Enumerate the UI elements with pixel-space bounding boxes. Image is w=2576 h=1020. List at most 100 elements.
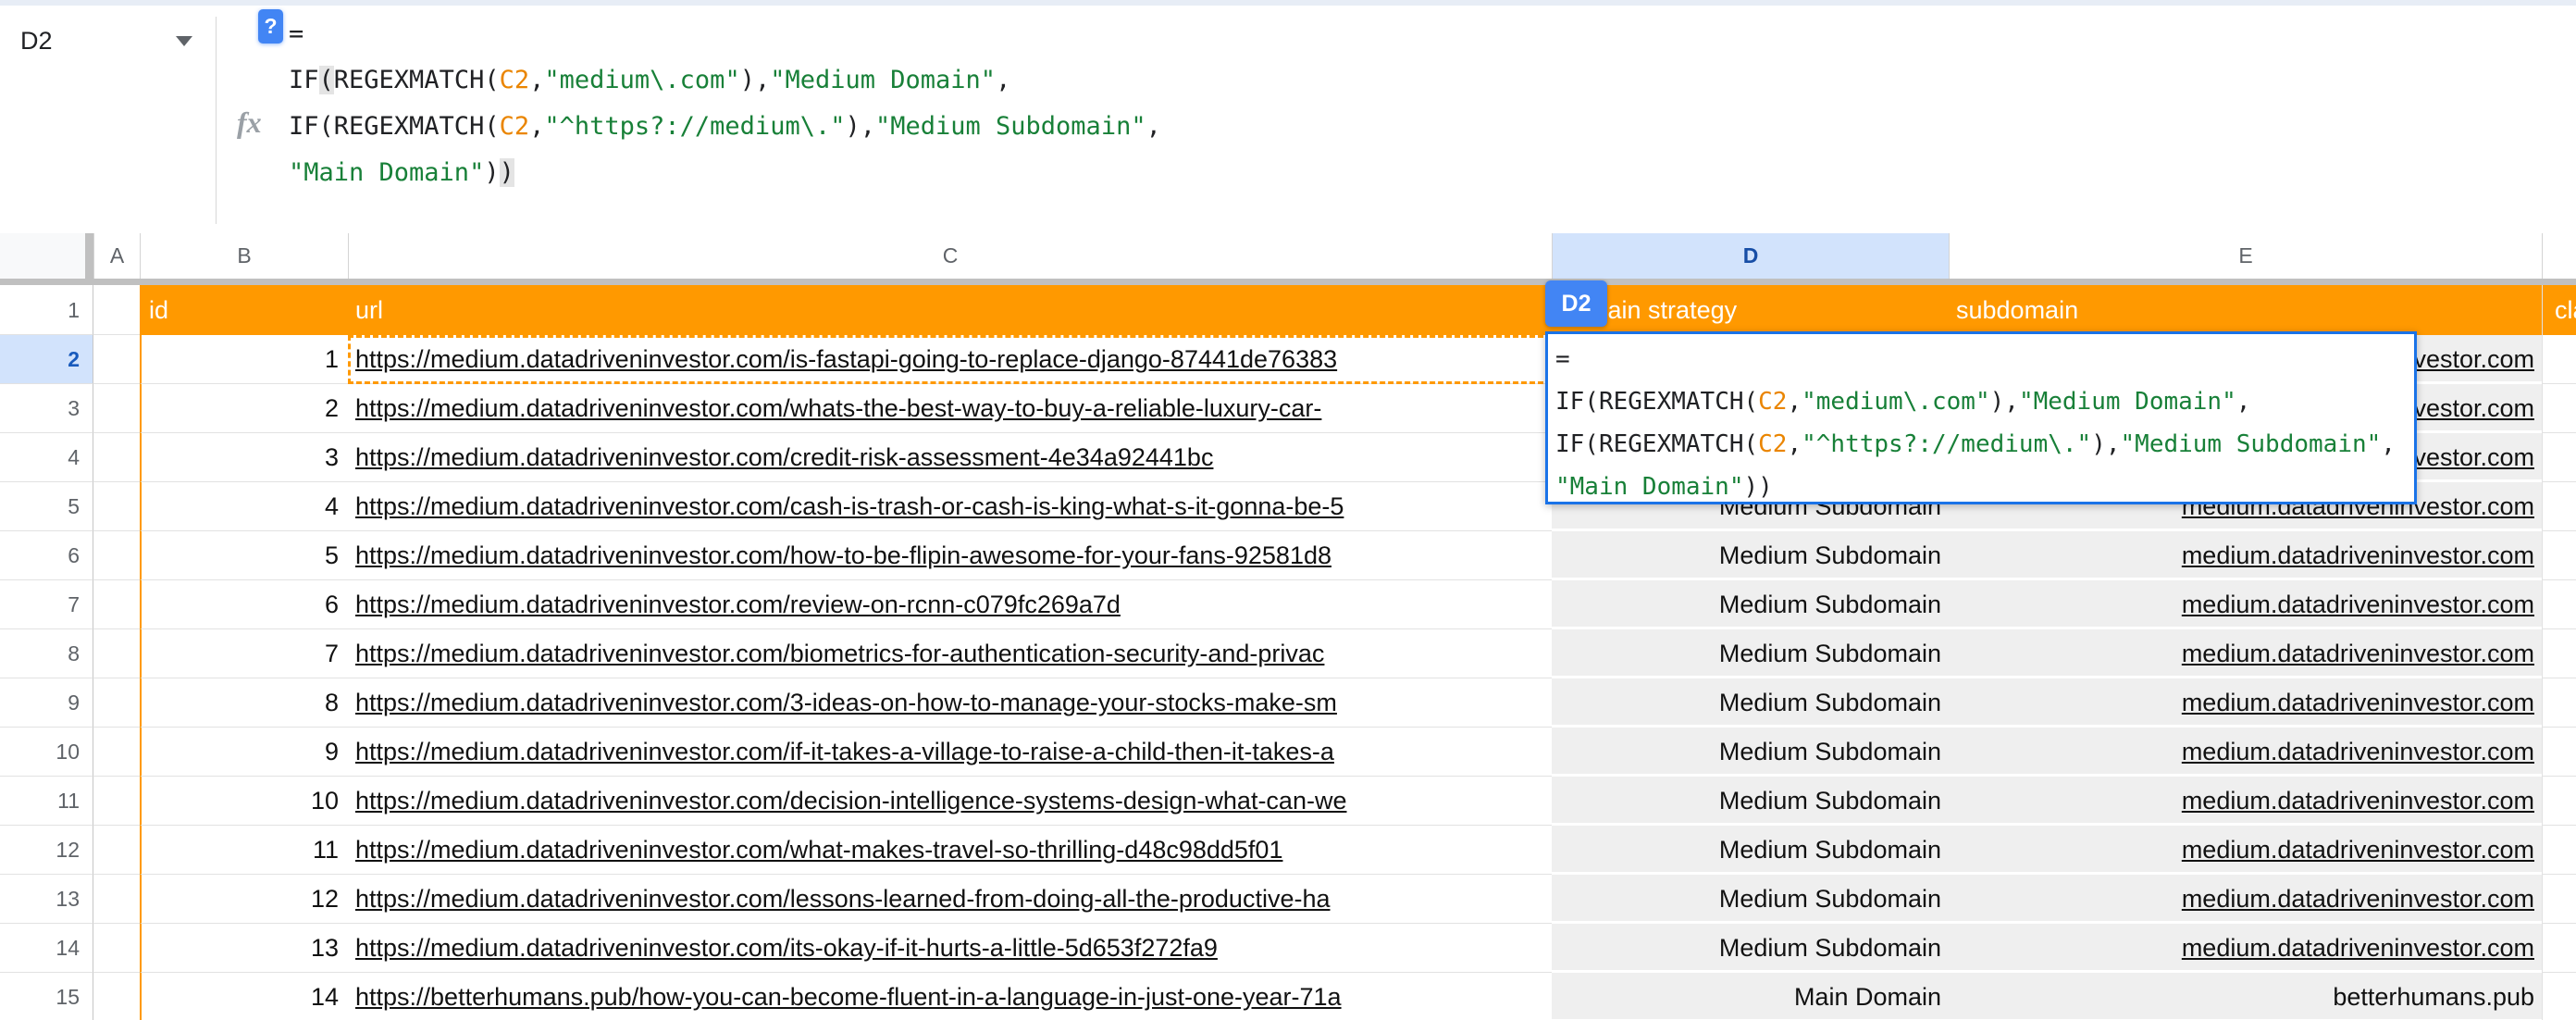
- subdomain-link[interactable]: medium.datadriveninvestor.com: [2182, 885, 2534, 913]
- cell-id-4[interactable]: 3: [140, 433, 348, 482]
- cell-a12[interactable]: [93, 826, 140, 875]
- cell-id-8[interactable]: 7: [140, 629, 348, 678]
- cell-id-7[interactable]: 6: [140, 580, 348, 629]
- cell-id-11[interactable]: 10: [140, 777, 348, 826]
- row-header-1[interactable]: 1: [0, 285, 93, 335]
- select-all-corner[interactable]: [0, 233, 85, 279]
- subdomain-link[interactable]: medium.datadriveninvestor.com: [2182, 934, 2534, 962]
- cell-id-9[interactable]: 8: [140, 678, 348, 728]
- cell-f-4[interactable]: [2542, 433, 2576, 482]
- cell-url-14[interactable]: https://medium.datadriveninvestor.com/it…: [348, 924, 1552, 973]
- subdomain-link[interactable]: medium.datadriveninvestor.com: [2182, 738, 2534, 765]
- cell-url-13[interactable]: https://medium.datadriveninvestor.com/le…: [348, 875, 1552, 924]
- row-header-11[interactable]: 11: [0, 777, 93, 826]
- cell-editor-popup[interactable]: =IF(REGEXMATCH(C2,"medium\.com"),"Medium…: [1545, 331, 2417, 504]
- column-header-A[interactable]: A: [93, 233, 140, 279]
- row-header-13[interactable]: 13: [0, 875, 93, 924]
- url-link[interactable]: https://medium.datadriveninvestor.com/wh…: [355, 836, 1282, 864]
- cell-url-7[interactable]: https://medium.datadriveninvestor.com/re…: [348, 580, 1552, 629]
- table-header-id[interactable]: id: [140, 285, 348, 335]
- cell-strategy-9[interactable]: Medium Subdomain: [1552, 678, 1949, 728]
- cell-id-15[interactable]: 14: [140, 973, 348, 1020]
- cell-url-3[interactable]: https://medium.datadriveninvestor.com/wh…: [348, 384, 1552, 433]
- cell-url-5[interactable]: https://medium.datadriveninvestor.com/ca…: [348, 482, 1552, 531]
- cell-f-11[interactable]: [2542, 777, 2576, 826]
- column-header-C[interactable]: C: [348, 233, 1552, 279]
- row-header-5[interactable]: 5: [0, 482, 93, 531]
- subdomain-link[interactable]: medium.datadriveninvestor.com: [2182, 591, 2534, 618]
- cell-url-10[interactable]: https://medium.datadriveninvestor.com/if…: [348, 728, 1552, 777]
- cell-url-11[interactable]: https://medium.datadriveninvestor.com/de…: [348, 777, 1552, 826]
- cell-subdomain-15[interactable]: betterhumans.pub: [1949, 973, 2542, 1020]
- cell-subdomain-12[interactable]: medium.datadriveninvestor.com: [1949, 826, 2542, 875]
- row-header-10[interactable]: 10: [0, 728, 93, 777]
- subdomain-link[interactable]: medium.datadriveninvestor.com: [2182, 640, 2534, 667]
- cell-id-14[interactable]: 13: [140, 924, 348, 973]
- cell-id-5[interactable]: 4: [140, 482, 348, 531]
- column-header-B[interactable]: B: [140, 233, 348, 279]
- cell-f-13[interactable]: [2542, 875, 2576, 924]
- cell-subdomain-14[interactable]: medium.datadriveninvestor.com: [1949, 924, 2542, 973]
- cell-strategy-6[interactable]: Medium Subdomain: [1552, 531, 1949, 580]
- subdomain-link[interactable]: medium.datadriveninvestor.com: [2182, 689, 2534, 716]
- table-header-subdomain[interactable]: subdomain: [1949, 285, 2542, 335]
- subdomain-link[interactable]: medium.datadriveninvestor.com: [2182, 787, 2534, 815]
- cell-strategy-11[interactable]: Medium Subdomain: [1552, 777, 1949, 826]
- cell-url-12[interactable]: https://medium.datadriveninvestor.com/wh…: [348, 826, 1552, 875]
- cell-f-5[interactable]: [2542, 482, 2576, 531]
- subdomain-link[interactable]: medium.datadriveninvestor.com: [2182, 836, 2534, 864]
- url-link[interactable]: https://medium.datadriveninvestor.com/cr…: [355, 443, 1213, 471]
- cell-a3[interactable]: [93, 384, 140, 433]
- subdomain-link[interactable]: medium.datadriveninvestor.com: [2182, 541, 2534, 569]
- cell-id-13[interactable]: 12: [140, 875, 348, 924]
- cell-url-8[interactable]: https://medium.datadriveninvestor.com/bi…: [348, 629, 1552, 678]
- cell-id-6[interactable]: 5: [140, 531, 348, 580]
- row-header-14[interactable]: 14: [0, 924, 93, 973]
- column-header-f[interactable]: [2542, 233, 2576, 279]
- table-header-url[interactable]: url: [348, 285, 1552, 335]
- url-link[interactable]: https://medium.datadriveninvestor.com/it…: [355, 934, 1218, 962]
- cell-a1[interactable]: [93, 285, 140, 335]
- cell-f-3[interactable]: [2542, 384, 2576, 433]
- url-link[interactable]: https://medium.datadriveninvestor.com/ca…: [355, 492, 1344, 520]
- cell-a13[interactable]: [93, 875, 140, 924]
- cell-f-7[interactable]: [2542, 580, 2576, 629]
- cell-strategy-14[interactable]: Medium Subdomain: [1552, 924, 1949, 973]
- cell-subdomain-11[interactable]: medium.datadriveninvestor.com: [1949, 777, 2542, 826]
- column-header-E[interactable]: E: [1949, 233, 2542, 279]
- url-link[interactable]: https://medium.datadriveninvestor.com/bi…: [355, 640, 1324, 667]
- cell-id-12[interactable]: 11: [140, 826, 348, 875]
- url-link[interactable]: https://medium.datadriveninvestor.com/ho…: [355, 541, 1331, 569]
- cell-strategy-8[interactable]: Medium Subdomain: [1552, 629, 1949, 678]
- cell-a15[interactable]: [93, 973, 140, 1020]
- row-header-7[interactable]: 7: [0, 580, 93, 629]
- cell-id-3[interactable]: 2: [140, 384, 348, 433]
- cell-url-4[interactable]: https://medium.datadriveninvestor.com/cr…: [348, 433, 1552, 482]
- url-link[interactable]: https://medium.datadriveninvestor.com/wh…: [355, 394, 1321, 422]
- url-link[interactable]: https://medium.datadriveninvestor.com/de…: [355, 787, 1346, 815]
- cell-subdomain-13[interactable]: medium.datadriveninvestor.com: [1949, 875, 2542, 924]
- table-header-domain-strategy[interactable]: domain strategy: [1552, 285, 1949, 335]
- cell-f-8[interactable]: [2542, 629, 2576, 678]
- cell-id-10[interactable]: 9: [140, 728, 348, 777]
- cell-subdomain-8[interactable]: medium.datadriveninvestor.com: [1949, 629, 2542, 678]
- url-link[interactable]: https://medium.datadriveninvestor.com/re…: [355, 591, 1121, 618]
- cell-f-12[interactable]: [2542, 826, 2576, 875]
- row-header-15[interactable]: 15: [0, 973, 93, 1020]
- column-header-D[interactable]: D: [1552, 233, 1949, 279]
- url-link[interactable]: https://medium.datadriveninvestor.com/if…: [355, 738, 1334, 765]
- row-header-6[interactable]: 6: [0, 531, 93, 580]
- cell-f-15[interactable]: [2542, 973, 2576, 1020]
- cell-url-9[interactable]: https://medium.datadriveninvestor.com/3-…: [348, 678, 1552, 728]
- cell-a9[interactable]: [93, 678, 140, 728]
- url-link[interactable]: https://medium.datadriveninvestor.com/le…: [355, 885, 1331, 913]
- cell-f-6[interactable]: [2542, 531, 2576, 580]
- cell-f-10[interactable]: [2542, 728, 2576, 777]
- cell-a8[interactable]: [93, 629, 140, 678]
- cell-strategy-13[interactable]: Medium Subdomain: [1552, 875, 1949, 924]
- name-box[interactable]: D2: [20, 22, 159, 59]
- cell-f-14[interactable]: [2542, 924, 2576, 973]
- cell-f-9[interactable]: [2542, 678, 2576, 728]
- cell-a14[interactable]: [93, 924, 140, 973]
- cell-strategy-10[interactable]: Medium Subdomain: [1552, 728, 1949, 777]
